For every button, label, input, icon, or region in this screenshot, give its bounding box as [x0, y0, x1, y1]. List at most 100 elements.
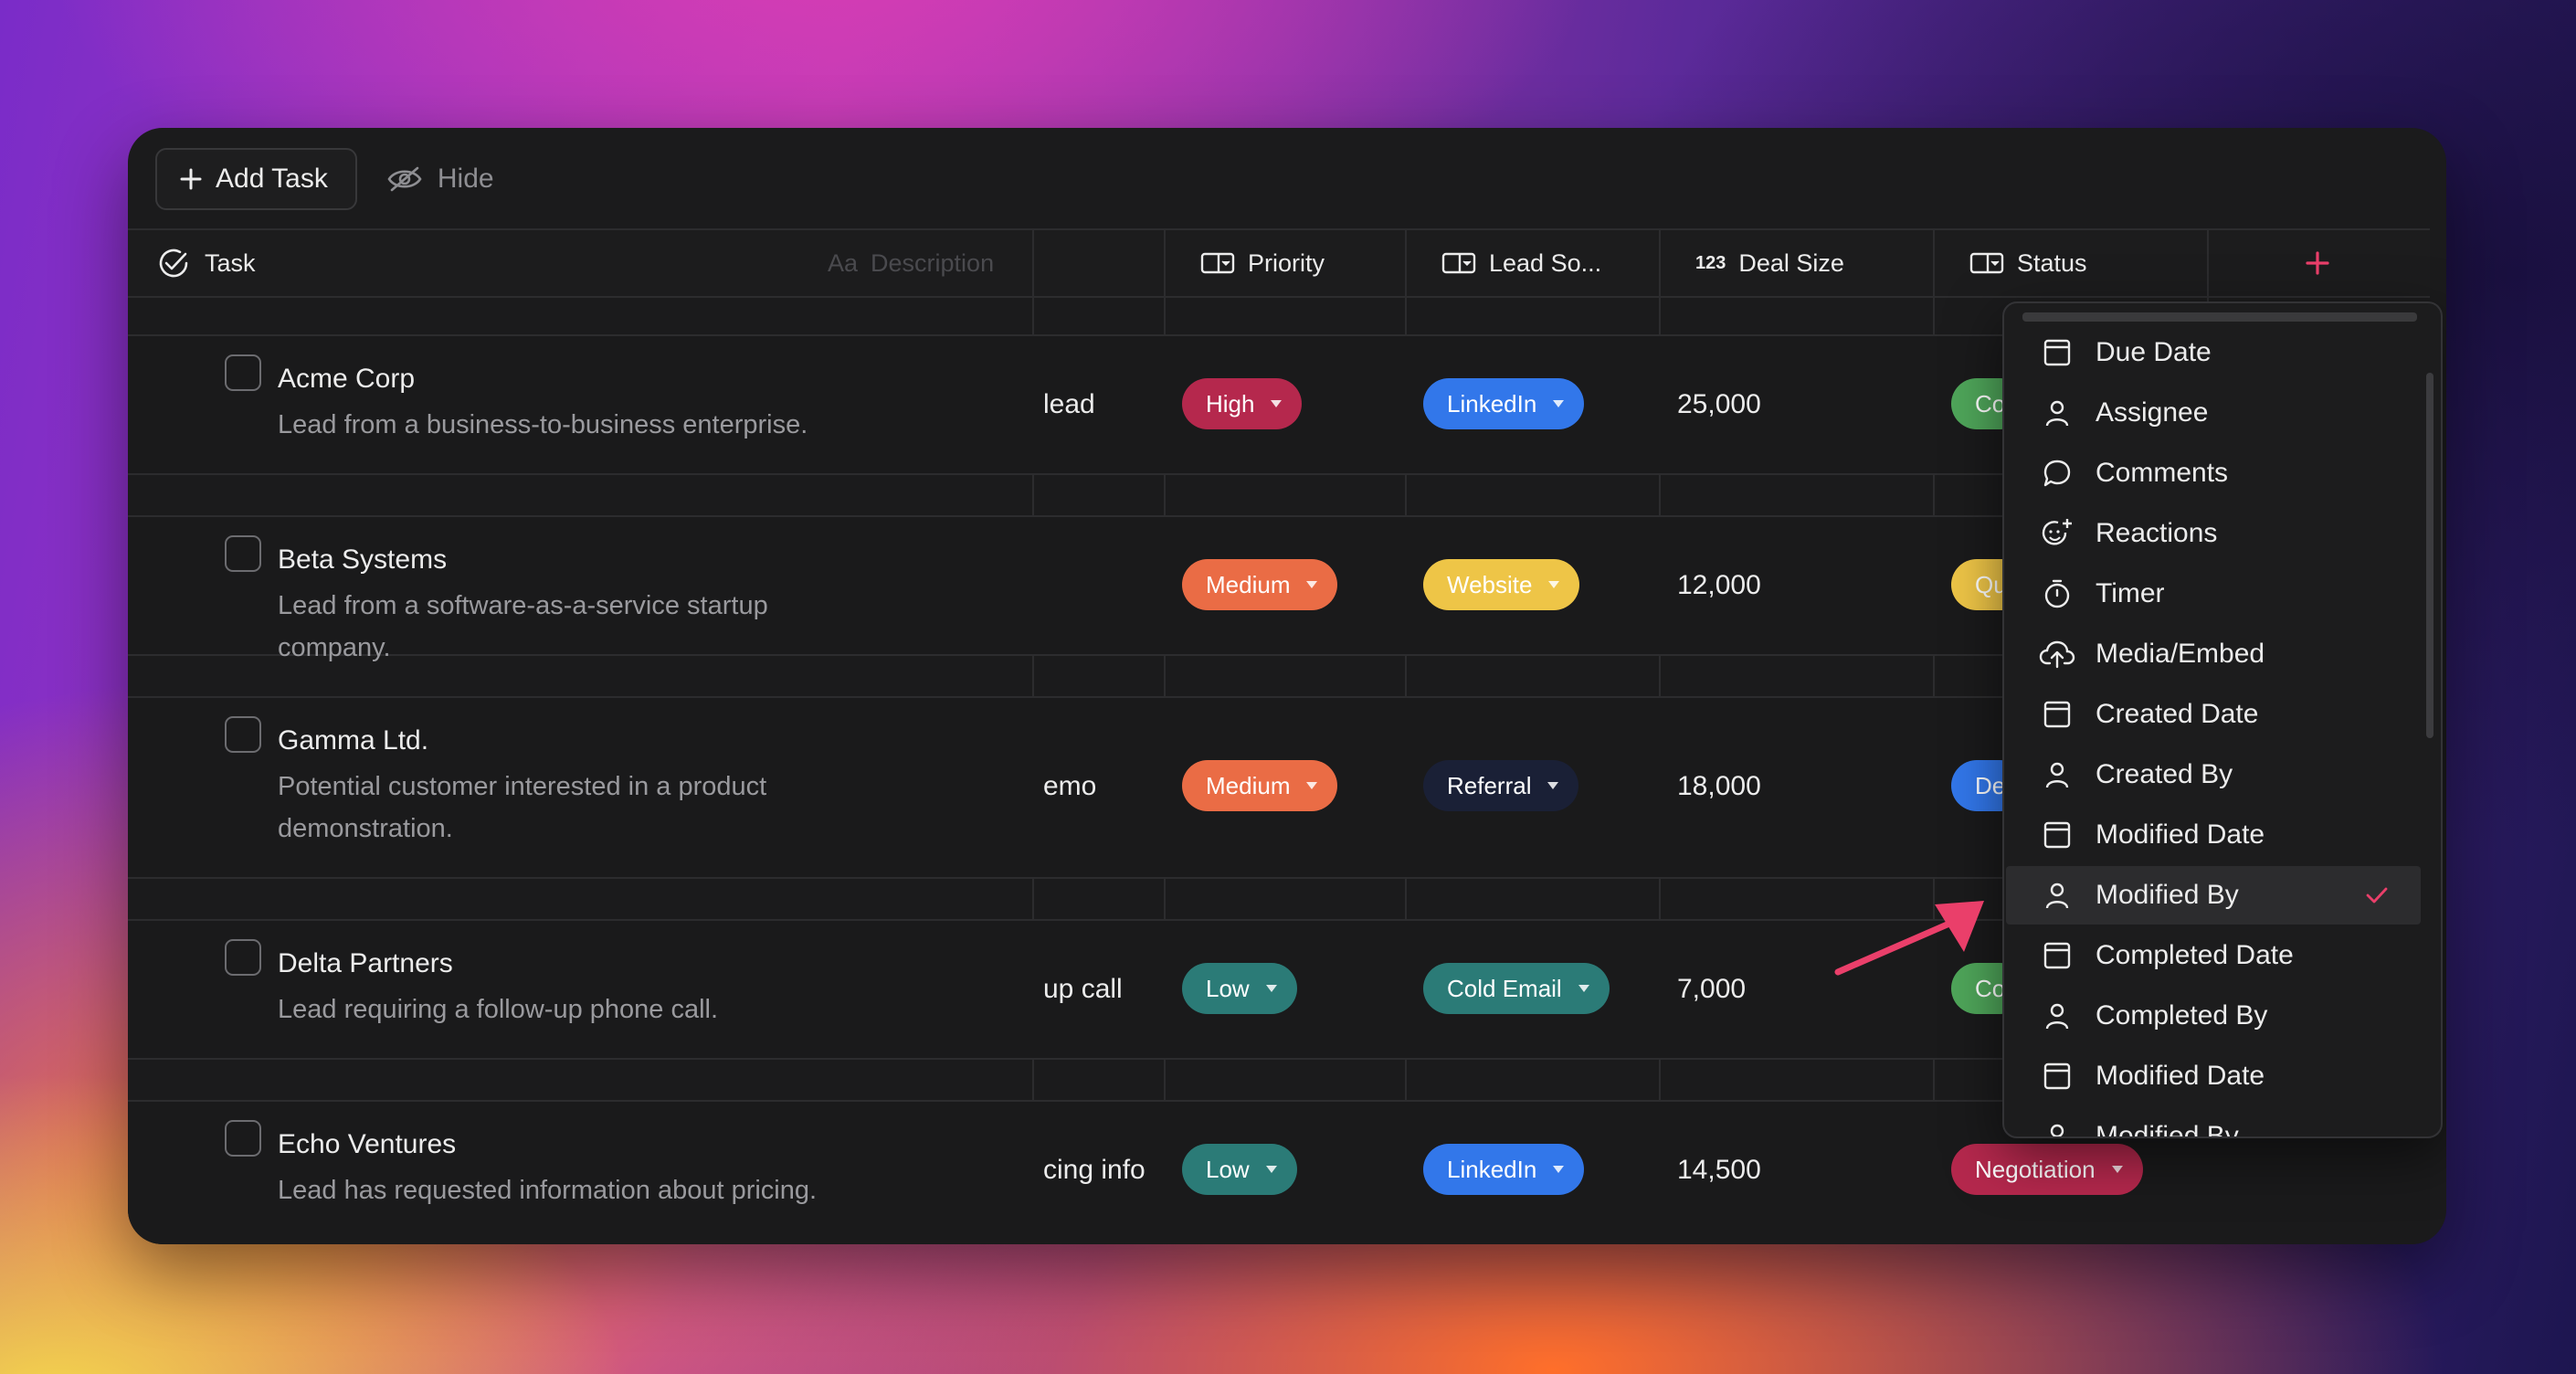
select-column-icon: [1969, 251, 2004, 275]
menu-item-completed-date[interactable]: Completed Date: [2006, 926, 2421, 985]
column-deal-size-label: Deal Size: [1738, 248, 1844, 277]
task-description: Lead from a software-as-a-service startu…: [278, 591, 768, 662]
column-header-lead-source[interactable]: Lead So...: [1441, 230, 1601, 296]
task-checkbox[interactable]: [225, 535, 261, 572]
menu-item-due-date[interactable]: Due Date: [2006, 323, 2421, 382]
description-cell[interactable]: lead: [1043, 389, 1095, 420]
calendar-icon: [2039, 700, 2075, 729]
task-title[interactable]: Gamma Ltd.: [278, 725, 428, 756]
menu-item-modified-by[interactable]: Modified By: [2006, 866, 2421, 925]
menu-item-modified-by-2[interactable]: Modified By: [2006, 1107, 2421, 1138]
column-header-description[interactable]: Aa Description: [828, 230, 1162, 296]
add-task-label: Add Task: [216, 164, 328, 194]
menu-item-assignee[interactable]: Assignee: [2006, 384, 2421, 442]
task-checkbox[interactable]: [225, 716, 261, 753]
menu-item-label: Modified Date: [2096, 1061, 2265, 1091]
column-header-status[interactable]: Status: [1969, 230, 2087, 296]
timer-icon: [2039, 578, 2075, 609]
description-cell[interactable]: emo: [1043, 771, 1096, 802]
menu-item-label: Modified By: [2096, 880, 2239, 910]
lead-source-pill[interactable]: LinkedIn: [1423, 378, 1585, 429]
description-cell[interactable]: cing info: [1043, 1155, 1145, 1186]
column-header-priority[interactable]: Priority: [1200, 230, 1325, 296]
status-pill[interactable]: Negotiation: [1951, 1144, 2143, 1195]
lead-source-value: LinkedIn: [1447, 389, 1537, 417]
checkmark-icon: [2364, 883, 2390, 915]
column-header-deal-size[interactable]: 123 Deal Size: [1695, 230, 1844, 296]
caret-down-icon: [1553, 400, 1565, 407]
menu-item-created-date[interactable]: Created Date: [2006, 685, 2421, 744]
lead-source-value: Cold Email: [1447, 974, 1562, 1002]
number-icon: 123: [1695, 252, 1726, 273]
column-lead-source-label: Lead So...: [1489, 248, 1602, 277]
task-title[interactable]: Acme Corp: [278, 364, 415, 395]
deal-size-cell[interactable]: 12,000: [1677, 570, 1761, 601]
menu-item-label: Modified By: [2096, 1121, 2239, 1138]
menu-item-label: Media/Embed: [2096, 639, 2265, 669]
deal-size-cell[interactable]: 7,000: [1677, 974, 1746, 1005]
menu-item-timer[interactable]: Timer: [2006, 565, 2421, 623]
menu-item-modified-date[interactable]: Modified Date: [2006, 806, 2421, 864]
priority-value: High: [1206, 389, 1255, 417]
lead-source-pill[interactable]: Cold Email: [1423, 963, 1610, 1014]
task-description: Lead from a business-to-business enterpr…: [278, 410, 808, 439]
person-icon: [2039, 760, 2075, 789]
menu-item-created-by[interactable]: Created By: [2006, 745, 2421, 804]
menu-item-label: Completed By: [2096, 1000, 2268, 1030]
caret-down-icon: [1548, 581, 1560, 588]
task-description: Lead has requested information about pri…: [278, 1176, 818, 1205]
menu-item-label: Comments: [2096, 458, 2229, 488]
add-task-button[interactable]: Add Task: [155, 148, 357, 210]
task-checkbox[interactable]: [225, 939, 261, 976]
priority-pill[interactable]: High: [1182, 378, 1303, 429]
menu-top-edge: [2022, 312, 2417, 322]
task-checkbox[interactable]: [225, 354, 261, 391]
menu-scrollbar[interactable]: [2426, 373, 2433, 738]
column-type-menu: Due Date Assignee Comments Reactions Tim…: [2002, 301, 2443, 1138]
caret-down-icon: [1306, 782, 1318, 789]
menu-item-label: Timer: [2096, 578, 2165, 608]
calendar-icon: [2039, 941, 2075, 970]
deal-size-cell[interactable]: 18,000: [1677, 771, 1761, 802]
status-value: Negotiation: [1975, 1155, 2096, 1183]
eye-off-icon: [386, 165, 423, 193]
task-description: Lead requiring a follow-up phone call.: [278, 995, 719, 1024]
deal-size-cell[interactable]: 25,000: [1677, 389, 1761, 420]
table-header: Task Aa Description Priority Lead So... …: [128, 228, 2430, 298]
person-icon: [2039, 1122, 2075, 1136]
check-circle-icon: [155, 245, 192, 281]
caret-down-icon: [2111, 1166, 2123, 1173]
deal-size-cell[interactable]: 14,500: [1677, 1155, 1761, 1186]
lead-source-pill[interactable]: Referral: [1423, 760, 1579, 811]
column-header-task[interactable]: Task: [155, 230, 256, 296]
menu-item-completed-by[interactable]: Completed By: [2006, 987, 2421, 1045]
caret-down-icon: [1306, 581, 1318, 588]
priority-pill[interactable]: Low: [1182, 963, 1297, 1014]
add-column-button[interactable]: [2207, 230, 2426, 296]
menu-item-modified-date-2[interactable]: Modified Date: [2006, 1047, 2421, 1105]
person-icon: [2039, 1001, 2075, 1030]
priority-pill[interactable]: Medium: [1182, 760, 1338, 811]
smile-plus-icon: [2039, 517, 2075, 550]
task-title[interactable]: Echo Ventures: [278, 1129, 456, 1160]
lead-source-pill[interactable]: LinkedIn: [1423, 1144, 1585, 1195]
menu-item-reactions[interactable]: Reactions: [2006, 504, 2421, 563]
person-icon: [2039, 398, 2075, 428]
description-cell[interactable]: up call: [1043, 974, 1123, 1005]
task-title[interactable]: Beta Systems: [278, 544, 447, 576]
priority-pill[interactable]: Medium: [1182, 559, 1338, 610]
task-title[interactable]: Delta Partners: [278, 948, 453, 979]
task-description: Potential customer interested in a produ…: [278, 772, 767, 843]
menu-item-media-embed[interactable]: Media/Embed: [2006, 625, 2421, 683]
menu-item-comments[interactable]: Comments: [2006, 444, 2421, 502]
priority-value: Medium: [1206, 570, 1291, 598]
menu-item-label: Created By: [2096, 759, 2233, 789]
plus-icon: [2303, 248, 2332, 278]
task-checkbox[interactable]: [225, 1120, 261, 1157]
menu-item-label: Assignee: [2096, 397, 2209, 428]
status-value: De: [1975, 771, 2006, 799]
select-column-icon: [1200, 251, 1235, 275]
hide-button[interactable]: Hide: [375, 150, 505, 208]
lead-source-pill[interactable]: Website: [1423, 559, 1580, 610]
priority-pill[interactable]: Low: [1182, 1144, 1297, 1195]
